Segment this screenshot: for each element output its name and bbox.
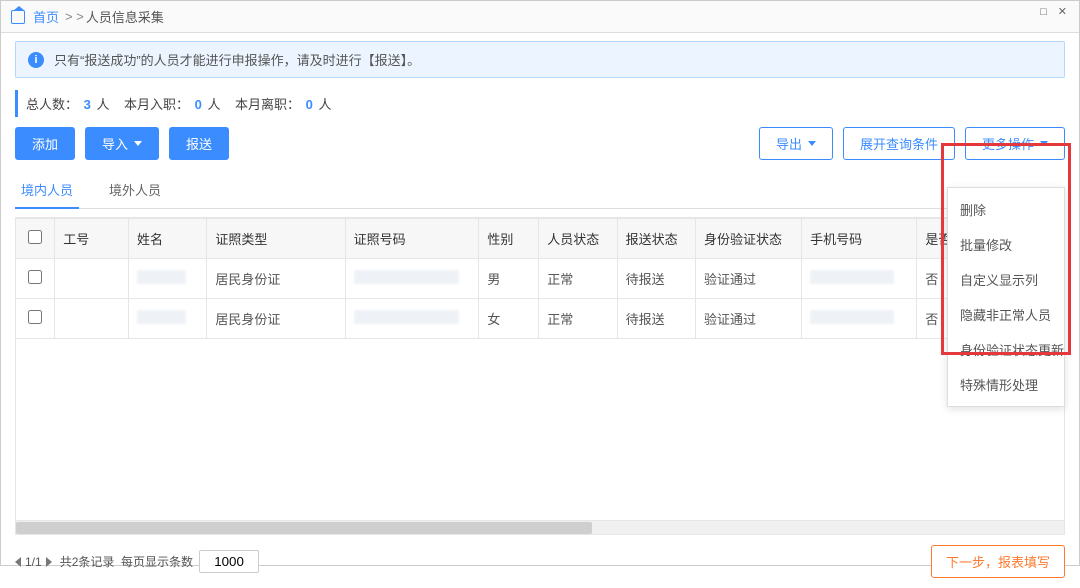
info-alert-text: 只有“报送成功”的人员才能进行申报操作，请及时进行【报送】。 bbox=[54, 50, 420, 69]
redacted-name bbox=[137, 310, 186, 324]
cell-idtype: 居民身份证 bbox=[207, 259, 345, 299]
more-actions-menu: 删除 批量修改 自定义显示列 隐藏非正常人员 身份验证状态更新 特殊情形处理 bbox=[947, 187, 1065, 407]
table-row[interactable]: 居民身份证 女 正常 待报送 验证通过 否 否 bbox=[16, 299, 1065, 339]
redacted-phone bbox=[810, 310, 894, 324]
row-checkbox[interactable] bbox=[28, 310, 42, 324]
checkbox-all[interactable] bbox=[28, 230, 42, 244]
breadcrumb-home[interactable]: 首页 bbox=[33, 7, 59, 26]
menu-special[interactable]: 特殊情形处理 bbox=[948, 367, 1064, 402]
menu-hide-abnormal[interactable]: 隐藏非正常人员 bbox=[948, 297, 1064, 332]
col-idno: 证照号码 bbox=[345, 219, 479, 259]
records-count: 共2条记录 bbox=[60, 553, 115, 570]
submit-button[interactable]: 报送 bbox=[169, 127, 229, 160]
menu-delete[interactable]: 删除 bbox=[948, 192, 1064, 227]
tab-domestic[interactable]: 境内人员 bbox=[15, 174, 79, 209]
cell-report: 待报送 bbox=[617, 259, 695, 299]
more-actions-button[interactable]: 更多操作 bbox=[965, 127, 1065, 160]
chevron-down-icon bbox=[808, 141, 816, 146]
col-name: 姓名 bbox=[128, 219, 206, 259]
redacted-phone bbox=[810, 270, 894, 284]
page-indicator: 1/1 bbox=[25, 555, 42, 569]
cell-sex: 女 bbox=[479, 299, 539, 339]
breadcrumb: 首页 > > 人员信息采集 □ ✕ bbox=[1, 1, 1079, 33]
stats-join-label: 本月入职： bbox=[124, 97, 189, 112]
expand-filter-button[interactable]: 展开查询条件 bbox=[843, 127, 955, 160]
scrollbar-thumb[interactable] bbox=[16, 522, 592, 534]
menu-custom-cols[interactable]: 自定义显示列 bbox=[948, 262, 1064, 297]
add-button[interactable]: 添加 bbox=[15, 127, 75, 160]
export-button[interactable]: 导出 bbox=[759, 127, 833, 160]
next-step-button[interactable]: 下一步，报表填写 bbox=[931, 545, 1065, 578]
stats-leave-label: 本月离职： bbox=[235, 97, 300, 112]
footer: 1/1 共2条记录 每页显示条数 下一步，报表填写 bbox=[1, 535, 1079, 588]
redacted-idno bbox=[354, 310, 459, 324]
page-size-input[interactable] bbox=[199, 550, 259, 573]
col-status: 人员状态 bbox=[539, 219, 617, 259]
stats-leave: 0 bbox=[306, 97, 313, 112]
stats-bar: 总人数： 3 人 本月入职： 0 人 本月离职： 0 人 bbox=[15, 90, 1065, 117]
info-icon: i bbox=[28, 52, 44, 68]
export-button-label: 导出 bbox=[776, 134, 802, 153]
col-report: 报送状态 bbox=[617, 219, 695, 259]
page-prev-icon[interactable] bbox=[15, 557, 21, 567]
table-header-row: 工号 姓名 证照类型 证照号码 性别 人员状态 报送状态 身份验证状态 手机号码… bbox=[16, 219, 1065, 259]
cell-status: 正常 bbox=[539, 299, 617, 339]
stats-total: 3 bbox=[84, 97, 91, 112]
cell-report: 待报送 bbox=[617, 299, 695, 339]
menu-refresh-verify[interactable]: 身份验证状态更新 bbox=[948, 332, 1064, 367]
redacted-idno bbox=[354, 270, 459, 284]
stats-total-unit: 人 bbox=[97, 97, 110, 112]
table-row[interactable]: 居民身份证 男 正常 待报送 验证通过 否 否 bbox=[16, 259, 1065, 299]
stats-total-label: 总人数： bbox=[26, 97, 78, 112]
info-alert: i 只有“报送成功”的人员才能进行申报操作，请及时进行【报送】。 bbox=[15, 41, 1065, 78]
toolbar: 添加 导入 报送 导出 展开查询条件 更多操作 bbox=[15, 127, 1065, 160]
menu-batch-edit[interactable]: 批量修改 bbox=[948, 227, 1064, 262]
col-phone: 手机号码 bbox=[802, 219, 917, 259]
tabs: 境内人员 境外人员 bbox=[15, 174, 1065, 209]
chevron-down-icon bbox=[134, 141, 142, 146]
stats-join: 0 bbox=[195, 97, 202, 112]
more-actions-label: 更多操作 bbox=[982, 134, 1034, 153]
table-empty-area bbox=[15, 339, 1065, 521]
col-sex: 性别 bbox=[479, 219, 539, 259]
chevron-down-icon bbox=[1040, 141, 1048, 146]
cell-idtype: 居民身份证 bbox=[207, 299, 345, 339]
cell-verify: 验证通过 bbox=[696, 259, 802, 299]
tab-foreign[interactable]: 境外人员 bbox=[103, 174, 167, 208]
cell-sex: 男 bbox=[479, 259, 539, 299]
col-check[interactable] bbox=[16, 219, 55, 259]
col-id: 工号 bbox=[55, 219, 129, 259]
import-button-label: 导入 bbox=[102, 134, 128, 153]
import-button[interactable]: 导入 bbox=[85, 127, 159, 160]
breadcrumb-sep: > > bbox=[65, 9, 84, 24]
home-icon[interactable] bbox=[11, 10, 25, 24]
col-idtype: 证照类型 bbox=[207, 219, 345, 259]
breadcrumb-current: 人员信息采集 bbox=[86, 7, 164, 26]
stats-leave-unit: 人 bbox=[318, 97, 331, 112]
window-controls[interactable]: □ ✕ bbox=[1040, 5, 1071, 18]
col-verify: 身份验证状态 bbox=[696, 219, 802, 259]
cell-status: 正常 bbox=[539, 259, 617, 299]
data-table: 工号 姓名 证照类型 证照号码 性别 人员状态 报送状态 身份验证状态 手机号码… bbox=[15, 217, 1065, 535]
horizontal-scrollbar[interactable] bbox=[15, 521, 1065, 535]
page-next-icon[interactable] bbox=[46, 557, 52, 567]
cell-verify: 验证通过 bbox=[696, 299, 802, 339]
stats-join-unit: 人 bbox=[207, 97, 220, 112]
page-size-label: 每页显示条数 bbox=[121, 553, 193, 570]
row-checkbox[interactable] bbox=[28, 270, 42, 284]
redacted-name bbox=[137, 270, 186, 284]
